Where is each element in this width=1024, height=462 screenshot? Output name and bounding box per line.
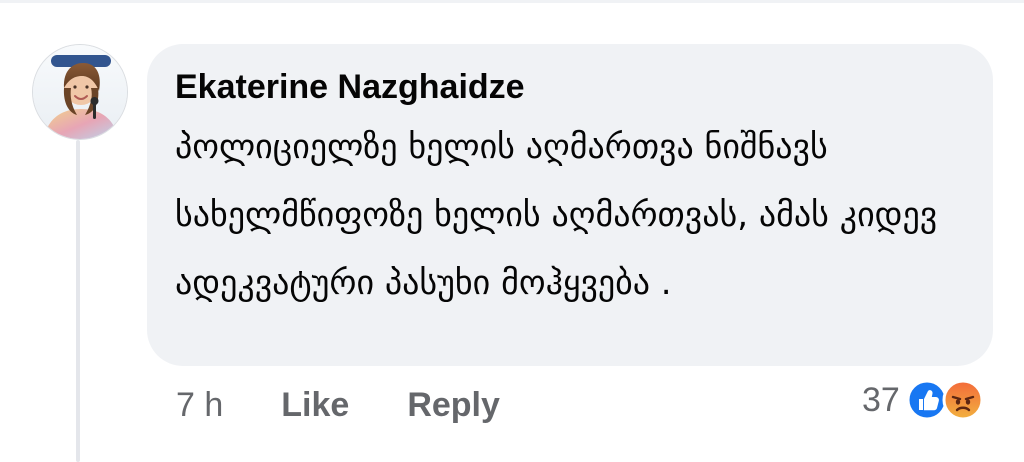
avatar[interactable] — [32, 44, 128, 140]
profile-photo — [33, 45, 127, 139]
like-button[interactable]: Like — [281, 386, 349, 425]
reply-thread-line — [76, 140, 80, 462]
comment-timestamp[interactable]: 7 h — [176, 386, 223, 425]
comment-actions: 7 h Like Reply — [176, 384, 500, 426]
reactions-summary[interactable]: 37 — [862, 379, 984, 421]
reaction-count: 37 — [862, 380, 900, 419]
angry-reaction-icon — [942, 379, 984, 421]
reaction-icons — [906, 379, 984, 421]
reply-button[interactable]: Reply — [407, 386, 500, 425]
top-divider — [0, 0, 1024, 3]
comment-bubble: Ekaterine Nazghaidze პოლიციელზე ხელის აღ… — [147, 44, 993, 366]
comment-author[interactable]: Ekaterine Nazghaidze — [175, 67, 965, 107]
comment-text: პოლიციელზე ხელის აღმართვა ნიშნავს სახელმ… — [175, 127, 938, 303]
